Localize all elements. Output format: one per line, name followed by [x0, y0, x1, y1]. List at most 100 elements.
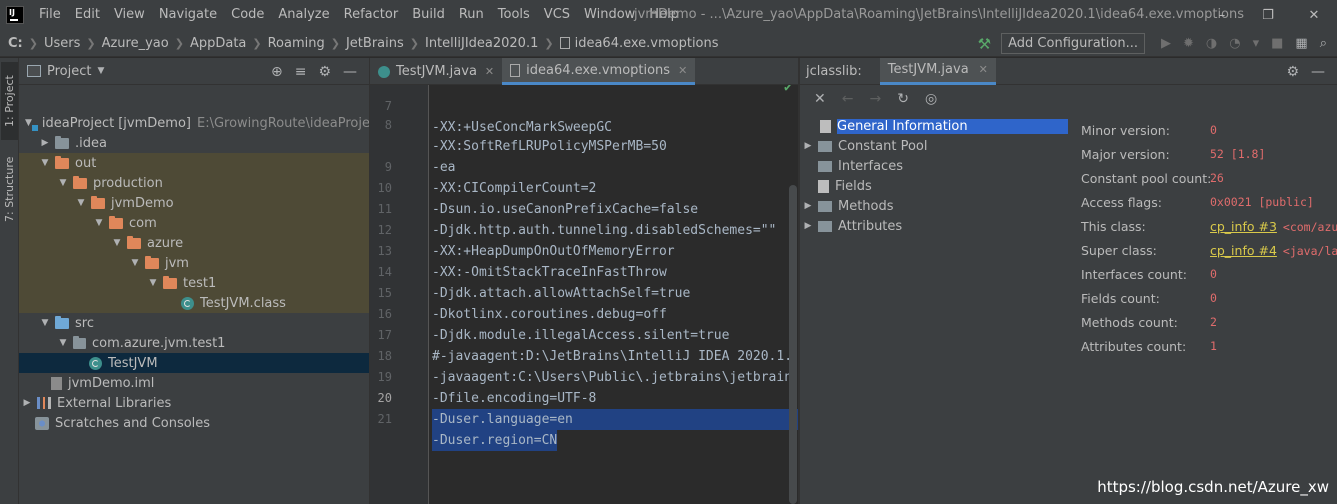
expanded-arrow-icon[interactable]: ▼ — [39, 318, 51, 328]
search-everywhere-icon[interactable]: ⌕ — [1320, 36, 1327, 51]
tree-item-general-information[interactable]: General Information — [800, 116, 1068, 136]
web-globe-icon[interactable]: ◎ — [925, 91, 937, 107]
tree-item-fields[interactable]: Fields — [800, 176, 1068, 196]
menu-window[interactable]: Window — [577, 0, 642, 30]
code-line[interactable]: 17 #-javaagent:D:\JetBrains\IntelliJ IDE… — [370, 304, 798, 364]
code-editor[interactable]: 7 -XX:+UseConcMarkSweepGC ✔ 8 -XX:SoftRe… — [370, 85, 798, 504]
tree-item-com[interactable]: ▼ com — [19, 213, 369, 233]
run-icon[interactable]: ▶ — [1161, 36, 1171, 51]
hide-panel-icon[interactable]: — — [343, 64, 357, 80]
tab-vmoptions[interactable]: idea64.exe.vmoptions ✕ — [502, 58, 696, 85]
code-line[interactable]: 8 -XX:SoftRefLRUPolicyMSPerMB=50 — [370, 94, 798, 154]
tree-item-production[interactable]: ▼ production — [19, 173, 369, 193]
breadcrumb-users[interactable]: Users — [44, 36, 80, 51]
collapsed-arrow-icon[interactable]: ▶ — [802, 141, 814, 151]
coverage-icon[interactable]: ◑ — [1206, 36, 1217, 51]
expanded-arrow-icon[interactable]: ▼ — [57, 178, 69, 188]
code-line[interactable]: 19 -Dfile.encoding=UTF-8 — [370, 346, 798, 406]
tree-item-interfaces[interactable]: Interfaces — [800, 156, 1068, 176]
hide-panel-icon[interactable]: — — [1311, 64, 1325, 80]
menu-edit[interactable]: Edit — [68, 0, 107, 30]
code-line[interactable]: 12 -XX:+HeapDumpOnOutOfMemoryError — [370, 199, 798, 259]
cp-info-link[interactable]: cp_info #3 — [1210, 219, 1277, 234]
gear-icon[interactable]: ⚙ — [318, 64, 331, 80]
collapsed-arrow-icon[interactable]: ▶ — [39, 138, 51, 148]
add-configuration-button[interactable]: Add Configuration... — [1001, 33, 1145, 54]
expanded-arrow-icon[interactable]: ▼ — [93, 218, 105, 228]
project-view-selector[interactable]: Project ▼ — [27, 64, 104, 79]
close-icon[interactable]: ✕ — [814, 91, 826, 107]
tab-testjvm-java[interactable]: TestJVM.java ✕ — [370, 58, 502, 85]
collapsed-arrow-icon[interactable]: ▶ — [802, 221, 814, 231]
close-icon[interactable]: ✕ — [1291, 0, 1337, 30]
collapse-all-icon[interactable]: ≡ — [295, 64, 307, 80]
menu-refactor[interactable]: Refactor — [337, 0, 406, 30]
code-line[interactable]: 13 -XX:-OmitStackTraceInFastThrow — [370, 220, 798, 280]
breadcrumb-roaming[interactable]: Roaming — [268, 36, 325, 51]
tab-project[interactable]: 1: Project — [1, 62, 18, 140]
code-line-selected[interactable]: 21 -Duser.region=CN — [370, 388, 798, 451]
tree-item-external-libraries[interactable]: ▶ External Libraries — [19, 393, 369, 413]
code-line[interactable]: 14 -Djdk.attach.allowAttachSelf=true — [370, 241, 798, 301]
expanded-arrow-icon[interactable]: ▼ — [25, 118, 32, 128]
tree-item-ideaproject[interactable]: ▼ ideaProject [jvmDemo] E:\GrowingRoute\… — [19, 113, 369, 133]
gear-icon[interactable]: ⚙ — [1286, 64, 1299, 80]
menu-view[interactable]: View — [107, 0, 152, 30]
tree-item-testjvm-class[interactable]: TestJVM.class — [19, 293, 369, 313]
tree-item-package[interactable]: ▼ com.azure.jvm.test1 — [19, 333, 369, 353]
build-hammer-icon[interactable]: ⚒ — [978, 35, 991, 53]
dropdown-chevron-icon[interactable]: ▾ — [1253, 36, 1260, 51]
menu-tools[interactable]: Tools — [491, 0, 537, 30]
tree-item-src[interactable]: ▼ src — [19, 313, 369, 333]
code-line[interactable]: -ea — [370, 115, 798, 175]
menu-file[interactable]: File — [32, 0, 68, 30]
cp-info-link[interactable]: cp_info #4 — [1210, 243, 1277, 258]
menu-code[interactable]: Code — [224, 0, 271, 30]
tree-item-constant-pool[interactable]: ▶ Constant Pool — [800, 136, 1068, 156]
tree-item-jvm[interactable]: ▼ jvm — [19, 253, 369, 273]
expanded-arrow-icon[interactable]: ▼ — [147, 278, 159, 288]
profile-icon[interactable]: ◔ — [1229, 36, 1240, 51]
menu-analyze[interactable]: Analyze — [271, 0, 336, 30]
breadcrumb-intellijidea[interactable]: IntelliJIdea2020.1 — [425, 36, 538, 51]
code-line[interactable]: 9 -XX:CICompilerCount=2 — [370, 136, 798, 196]
tab-structure[interactable]: 7: Structure — [1, 150, 18, 228]
editor-scrollbar[interactable] — [789, 185, 797, 504]
breadcrumb-jetbrains[interactable]: JetBrains — [346, 36, 404, 51]
locate-target-icon[interactable]: ⊕ — [271, 64, 283, 80]
expanded-arrow-icon[interactable]: ▼ — [111, 238, 123, 248]
stop-icon[interactable]: ■ — [1271, 36, 1283, 51]
expanded-arrow-icon[interactable]: ▼ — [129, 258, 141, 268]
expanded-arrow-icon[interactable]: ▼ — [57, 338, 69, 348]
back-arrow-icon[interactable]: ← — [842, 91, 854, 107]
refresh-icon[interactable]: ↻ — [897, 91, 909, 107]
project-structure-icon[interactable]: ▦ — [1295, 36, 1307, 51]
menu-vcs[interactable]: VCS — [537, 0, 577, 30]
tree-item-out[interactable]: ▼ out — [19, 153, 369, 173]
restore-icon[interactable]: ❐ — [1245, 0, 1291, 30]
jclasslib-tab-testjvm[interactable]: TestJVM.java ✕ — [879, 57, 996, 85]
close-tab-icon[interactable]: ✕ — [979, 63, 988, 76]
expanded-arrow-icon[interactable]: ▼ — [75, 198, 87, 208]
collapsed-arrow-icon[interactable]: ▶ — [21, 398, 33, 408]
code-line[interactable]: 11 -Djdk.http.auth.tunneling.disabledSch… — [370, 178, 798, 238]
close-tab-icon[interactable]: ✕ — [485, 65, 494, 78]
tree-item-scratches[interactable]: Scratches and Consoles — [19, 413, 369, 433]
code-line[interactable]: 16 -Djdk.module.illegalAccess.silent=tru… — [370, 283, 798, 343]
tree-item-azure[interactable]: ▼ azure — [19, 233, 369, 253]
tree-item-test1-out[interactable]: ▼ test1 — [19, 273, 369, 293]
breadcrumb-file[interactable]: idea64.exe.vmoptions — [575, 36, 719, 51]
close-tab-icon[interactable]: ✕ — [678, 64, 687, 77]
collapsed-arrow-icon[interactable]: ▶ — [802, 201, 814, 211]
code-line[interactable]: 10 -Dsun.io.useCanonPrefixCache=false — [370, 157, 798, 217]
tree-item-iml[interactable]: jvmDemo.iml — [19, 373, 369, 393]
expanded-arrow-icon[interactable]: ▼ — [39, 158, 51, 168]
debug-icon[interactable]: ✹ — [1183, 36, 1194, 51]
tree-item-idea[interactable]: ▶ .idea — [19, 133, 369, 153]
menu-build[interactable]: Build — [405, 0, 452, 30]
breadcrumb-drive[interactable]: C: — [8, 36, 23, 51]
breadcrumb-appdata[interactable]: AppData — [190, 36, 246, 51]
menu-navigate[interactable]: Navigate — [152, 0, 224, 30]
code-line[interactable]: 15 -Dkotlinx.coroutines.debug=off — [370, 262, 798, 322]
code-line[interactable]: 18 -javaagent:C:\Users\Public\.jetbrains… — [370, 325, 798, 385]
